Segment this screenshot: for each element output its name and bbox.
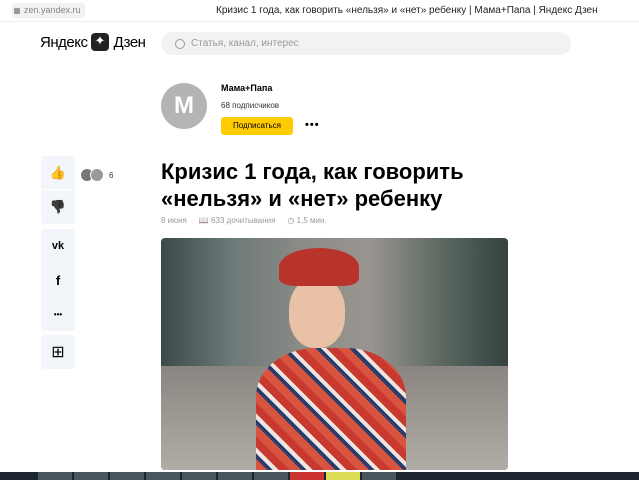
- liker-avatar: [90, 168, 104, 182]
- taskbar-item[interactable]: [218, 472, 252, 480]
- logo-text: Яндекс: [40, 33, 88, 51]
- article-image: [161, 238, 508, 470]
- taskbar-item[interactable]: [290, 472, 324, 480]
- taskbar-item[interactable]: [182, 472, 216, 480]
- browser-bar: zen.yandex.ru Кризис 1 года, как говорит…: [0, 0, 639, 22]
- like-icon[interactable]: 👍: [41, 156, 75, 190]
- facebook-icon[interactable]: f: [41, 263, 75, 297]
- channel-avatar[interactable]: M: [161, 83, 207, 129]
- taskbar-item[interactable]: [362, 472, 396, 480]
- save-panel: ⊞: [41, 335, 75, 369]
- read-time-text: 1,5 мин.: [296, 216, 327, 225]
- zen-icon: [91, 33, 110, 51]
- read-time: ◷ 1,5 мин.: [287, 216, 327, 225]
- likes-count: 6: [109, 170, 114, 180]
- yandex-zen-logo[interactable]: Яндекс Дзен: [40, 33, 146, 51]
- taskbar-item[interactable]: [74, 472, 108, 480]
- taskbar: [0, 472, 639, 480]
- url-field[interactable]: zen.yandex.ru: [12, 3, 85, 18]
- search-input[interactable]: Статья, канал, интерес: [161, 32, 571, 55]
- page-title: Кризис 1 года, как говорить «нельзя» и «…: [216, 5, 598, 16]
- channel-name[interactable]: Мама+Папа: [221, 83, 272, 93]
- save-icon[interactable]: ⊞: [41, 335, 75, 369]
- article-date: 8 июня: [161, 216, 187, 225]
- taskbar-item[interactable]: [326, 472, 360, 480]
- search-icon: [175, 38, 185, 49]
- url-text: zen.yandex.ru: [24, 5, 81, 15]
- reaction-panel: 👍 👎: [41, 156, 75, 224]
- lock-icon: [14, 7, 20, 14]
- reads: 📖 633 дочитывания: [198, 216, 276, 225]
- logo-text-zen: Дзен: [113, 33, 146, 51]
- dislike-icon[interactable]: 👎: [41, 190, 75, 224]
- article-title: Кризис 1 года, как говорить «нельзя» и «…: [161, 159, 464, 211]
- article-meta: 8 июня 📖 633 дочитывания ◷ 1,5 мин.: [161, 216, 327, 225]
- vk-icon[interactable]: vk: [41, 229, 75, 263]
- reads-count: 633 дочитывания: [211, 216, 276, 225]
- subscribe-button[interactable]: Подписаться: [221, 117, 293, 135]
- share-panel: vk f •••: [41, 229, 75, 331]
- likers[interactable]: 6: [80, 168, 113, 182]
- taskbar-item[interactable]: [38, 472, 72, 480]
- channel-more-button[interactable]: •••: [305, 119, 320, 131]
- more-share-icon[interactable]: •••: [41, 297, 75, 331]
- search-placeholder: Статья, канал, интерес: [191, 38, 299, 49]
- taskbar-item[interactable]: [254, 472, 288, 480]
- subscriber-count: 68 подписчиков: [221, 101, 280, 110]
- taskbar-item[interactable]: [110, 472, 144, 480]
- taskbar-item[interactable]: [146, 472, 180, 480]
